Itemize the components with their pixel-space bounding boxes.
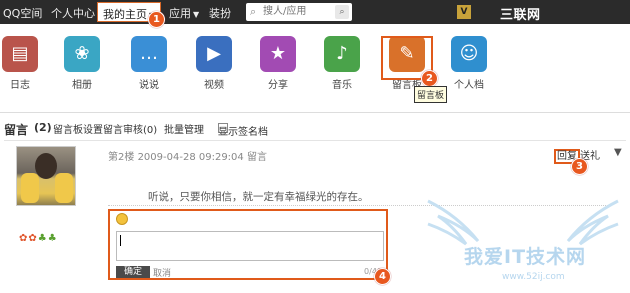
tooltip: 留言板: [414, 86, 448, 103]
profile-icon: ☺: [451, 36, 487, 72]
nav-apps[interactable]: 应用 ▼: [169, 5, 199, 21]
nav-personal-center[interactable]: 个人中心: [51, 5, 95, 21]
site-watermark: 三联网 3LIAN.COM: [500, 8, 587, 38]
reply-box: 确定 取消 0/40: [108, 209, 388, 280]
search-input[interactable]: [263, 4, 333, 19]
top-nav-bar: QQ空间 个人中心 我的主页 ▼ 应用▼ 装扮 ⌕ ⌕ V 三联网 3LIAN.C…: [0, 0, 630, 38]
text-cursor: [120, 235, 121, 246]
app-album[interactable]: ❀ 相册: [54, 36, 110, 91]
search-icon: ⌕: [250, 5, 257, 18]
app-label: 日志: [10, 80, 30, 91]
step-badge-3: 3: [571, 158, 588, 175]
avatar-face: [35, 153, 57, 179]
avatar-hand-left: [21, 173, 39, 203]
album-icon: ❀: [64, 36, 100, 72]
app-profile[interactable]: ☺ 个人档: [441, 36, 497, 91]
nav-dress-up[interactable]: 装扮: [209, 5, 231, 21]
search-submit-button[interactable]: ⌕: [335, 5, 349, 19]
cancel-button[interactable]: 取消: [153, 266, 171, 279]
confirm-button[interactable]: 确定: [116, 266, 150, 278]
nav-apps-label: 应用: [169, 7, 191, 20]
app-diary[interactable]: ▤ 日志: [0, 36, 48, 91]
app-music[interactable]: ♪ 音乐: [314, 36, 370, 91]
app-share[interactable]: ★ 分享: [250, 36, 306, 91]
message-count: (2): [34, 121, 52, 134]
message-meta: 第2楼 2009-04-28 09:29:04 留言: [108, 148, 267, 163]
search-box: ⌕ ⌕: [246, 3, 352, 21]
emoji-icon[interactable]: [116, 213, 128, 225]
app-video[interactable]: ▶ 视频: [186, 36, 242, 91]
app-label: 相册: [72, 80, 92, 91]
batch-manage-link[interactable]: 批量管理: [164, 121, 204, 136]
reply-textarea[interactable]: [116, 231, 384, 261]
message-toolbar: 留言 (2) 留言板设置 留言审核(0) 批量管理 显示签名档: [0, 119, 630, 138]
message-type: 留言: [246, 152, 267, 163]
message-floor: 第2楼: [108, 152, 135, 163]
chevron-down-icon: ▼: [193, 10, 200, 19]
share-icon: ★: [260, 36, 296, 72]
music-icon: ♪: [324, 36, 360, 72]
watermark-url: www.52ij.com: [502, 272, 565, 282]
app-label: 说说: [139, 80, 159, 91]
app-label: 个人档: [454, 80, 484, 91]
app-label: 音乐: [332, 80, 352, 91]
diary-icon: ▤: [2, 36, 38, 72]
show-signature-label: 显示签名档: [218, 127, 268, 138]
video-icon: ▶: [196, 36, 232, 72]
vip-icon[interactable]: V: [457, 5, 471, 19]
app-label: 视频: [204, 80, 224, 91]
brand-link[interactable]: QQ空间: [3, 5, 42, 21]
message-content: 听说，只要你相信，就一定有幸福绿光的存在。: [148, 191, 369, 203]
bottom-watermark: 我爱IT技术网 www.52ij.com: [418, 196, 628, 291]
message-title: 留言: [4, 123, 29, 137]
step-badge-1: 1: [148, 11, 165, 28]
step-badge-2: 2: [421, 70, 438, 87]
app-talk[interactable]: … 说说: [121, 36, 177, 91]
app-icons-row: ▤ 日志 ❀ 相册 … 说说 ▶ 视频 ★ 分享 ♪ 音乐 ✎ 留言板 ☺ 个人…: [0, 36, 630, 106]
message-datetime: 2009-04-28 09:29:04: [137, 152, 244, 163]
step-badge-4: 4: [374, 268, 391, 285]
message-review-link[interactable]: 留言审核(0): [103, 121, 157, 136]
app-label: 分享: [268, 80, 288, 91]
talk-icon: …: [131, 36, 167, 72]
message-settings-link[interactable]: 留言板设置: [53, 121, 103, 136]
more-dropdown-icon[interactable]: ▼: [614, 147, 622, 158]
avatar-hand-right: [55, 173, 73, 203]
flower-level-icon: ✿✿♣♣: [19, 233, 58, 244]
watermark-text: 我爱IT技术网: [464, 246, 587, 268]
nav-my-home-label: 我的主页: [103, 8, 147, 21]
divider: [0, 112, 630, 113]
avatar[interactable]: [16, 146, 76, 206]
